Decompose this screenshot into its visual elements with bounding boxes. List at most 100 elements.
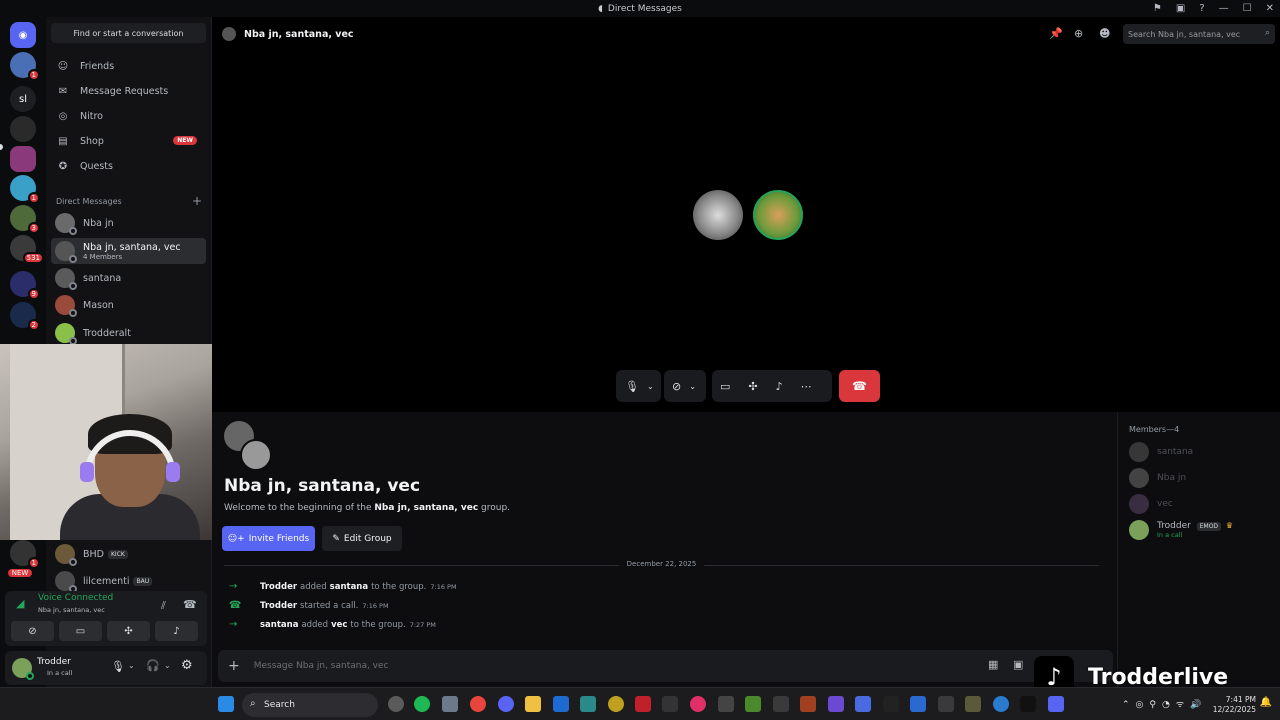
pin-icon[interactable]: 📌: [1049, 27, 1063, 40]
find-conversation-button[interactable]: Find or start a conversation: [51, 23, 206, 43]
chevron-down-icon[interactable]: ⌄: [128, 661, 135, 670]
members-list-icon[interactable]: ☻: [1099, 27, 1110, 40]
help-icon[interactable]: ?: [1199, 3, 1204, 14]
soundboard-icon[interactable]: ♪: [776, 380, 783, 393]
dm-item[interactable]: santana: [51, 265, 206, 291]
attach-plus-icon[interactable]: +: [228, 658, 240, 674]
gif-icon[interactable]: ▣: [1013, 658, 1023, 671]
message-composer[interactable]: + Message Nba jn, santana, vec ▦ ▣: [218, 650, 1113, 682]
headphones-icon[interactable]: 🎧: [146, 659, 160, 672]
chrome-icon[interactable]: [470, 696, 486, 712]
discord-taskbar-icon[interactable]: [498, 696, 514, 712]
flag-icon[interactable]: ⚑: [1153, 3, 1162, 14]
tray-icons[interactable]: ⌃◎⚲◔ᯤ🔊: [1122, 697, 1207, 710]
app-icon[interactable]: [800, 696, 816, 712]
add-member-icon[interactable]: ⊕: [1074, 27, 1083, 40]
create-dm-icon[interactable]: +: [192, 194, 202, 208]
chevron-down-icon[interactable]: ⌄: [689, 382, 696, 391]
activities-icon[interactable]: ✣: [748, 380, 757, 393]
app-icon[interactable]: [718, 696, 734, 712]
app-icon[interactable]: [662, 696, 678, 712]
taskbar-search[interactable]: ⌕ Search: [242, 693, 378, 717]
app-icon[interactable]: [608, 696, 624, 712]
windows-start-icon[interactable]: [218, 696, 234, 712]
app-icon[interactable]: [635, 696, 651, 712]
user-avatar[interactable]: [12, 658, 34, 680]
server-text-icon[interactable]: sl: [10, 86, 36, 112]
nav-friends[interactable]: ☺ Friends: [51, 55, 206, 77]
hang-up-button[interactable]: ☎: [839, 370, 880, 402]
app-icon[interactable]: [965, 696, 981, 712]
app-icon[interactable]: [993, 696, 1009, 712]
search-input[interactable]: Search Nba jn, santana, vec ⌕: [1123, 24, 1275, 44]
microphone-button[interactable]: 🎙: [625, 380, 639, 393]
soundboard-button[interactable]: ♪: [155, 621, 198, 641]
dm-item[interactable]: Nba jn: [51, 210, 206, 236]
member-item[interactable]: santana: [1129, 442, 1193, 462]
server-icon[interactable]: 1: [10, 175, 40, 204]
app-icon[interactable]: [883, 696, 899, 712]
settings-gear-icon[interactable]: ⚙: [181, 658, 193, 673]
server-icon[interactable]: 2: [10, 302, 40, 331]
nav-nitro[interactable]: ◎ Nitro: [51, 105, 206, 127]
dm-item[interactable]: Mason: [51, 292, 206, 318]
app-icon[interactable]: [442, 696, 458, 712]
disconnect-icon[interactable]: ☎: [183, 598, 197, 611]
screen-share-button[interactable]: ▭: [59, 621, 102, 641]
server-icon[interactable]: [10, 116, 36, 142]
app-icon[interactable]: [553, 696, 569, 712]
call-participant-avatar[interactable]: [753, 190, 803, 240]
minecraft-icon[interactable]: [745, 696, 761, 712]
invite-friends-button[interactable]: ☺+ Invite Friends: [222, 526, 315, 551]
app-icon[interactable]: [690, 696, 706, 712]
server-icon[interactable]: 3: [10, 205, 40, 234]
inbox-icon[interactable]: ▣: [1176, 3, 1185, 14]
dm-item[interactable]: Trodderalt: [51, 320, 206, 346]
call-participant-avatar[interactable]: [693, 190, 743, 240]
server-icon[interactable]: 1: [10, 540, 40, 569]
file-explorer-icon[interactable]: [525, 696, 541, 712]
dm-item[interactable]: BHD KICK: [51, 541, 206, 567]
camera-off-button[interactable]: ⊘: [11, 621, 54, 641]
app-icon[interactable]: [938, 696, 954, 712]
member-item[interactable]: vec: [1129, 494, 1173, 514]
call-phone-icon: ☎: [229, 600, 242, 611]
chevron-down-icon[interactable]: ⌄: [647, 382, 654, 391]
minimize-button[interactable]: —: [1219, 3, 1229, 14]
app-icon[interactable]: [580, 696, 596, 712]
maximize-button[interactable]: ☐: [1243, 3, 1252, 14]
camera-off-button[interactable]: ⊘: [672, 380, 681, 393]
guild-tag: BAU: [133, 576, 153, 586]
more-options-icon[interactable]: ⋯: [801, 380, 812, 393]
nav-message-requests[interactable]: ✉ Message Requests: [51, 80, 206, 102]
spotify-icon[interactable]: [414, 696, 430, 712]
member-item[interactable]: Trodder EMOD ♛ In a call: [1129, 520, 1233, 540]
app-icon[interactable]: [773, 696, 789, 712]
app-icon[interactable]: [910, 696, 926, 712]
server-icon[interactable]: 9: [10, 271, 40, 300]
activities-button[interactable]: ✣: [107, 621, 150, 641]
app-icon[interactable]: [1048, 696, 1064, 712]
notification-bell-icon[interactable]: 🔔: [1260, 697, 1272, 708]
system-clock[interactable]: 7:41 PM 12/22/2025: [1213, 695, 1256, 715]
screen-share-icon[interactable]: ▭: [720, 380, 730, 393]
nav-quests[interactable]: ✪ Quests: [51, 155, 206, 177]
member-item[interactable]: Nba jn: [1129, 468, 1186, 488]
server-icon[interactable]: 531: [10, 235, 44, 264]
noise-suppression-icon[interactable]: ⫽: [161, 599, 166, 613]
edit-group-button[interactable]: ✎ Edit Group: [322, 526, 402, 551]
microphone-icon[interactable]: 🎙: [111, 660, 125, 673]
discord-home-button[interactable]: ◉: [10, 22, 36, 48]
app-icon[interactable]: [855, 696, 871, 712]
server-icon[interactable]: 1: [10, 52, 40, 81]
gift-icon[interactable]: ▦: [988, 658, 998, 671]
chevron-down-icon[interactable]: ⌄: [164, 661, 171, 670]
server-icon[interactable]: [10, 146, 36, 172]
app-icon[interactable]: [388, 696, 404, 712]
close-button[interactable]: ✕: [1266, 3, 1274, 14]
app-icon[interactable]: [828, 696, 844, 712]
voice-channel[interactable]: Nba jn, santana, vec: [38, 606, 105, 614]
nav-shop[interactable]: ▤ Shop NEW: [51, 130, 206, 152]
dm-item-active[interactable]: Nba jn, santana, vec 4 Members: [51, 238, 206, 264]
app-icon[interactable]: [1020, 696, 1036, 712]
